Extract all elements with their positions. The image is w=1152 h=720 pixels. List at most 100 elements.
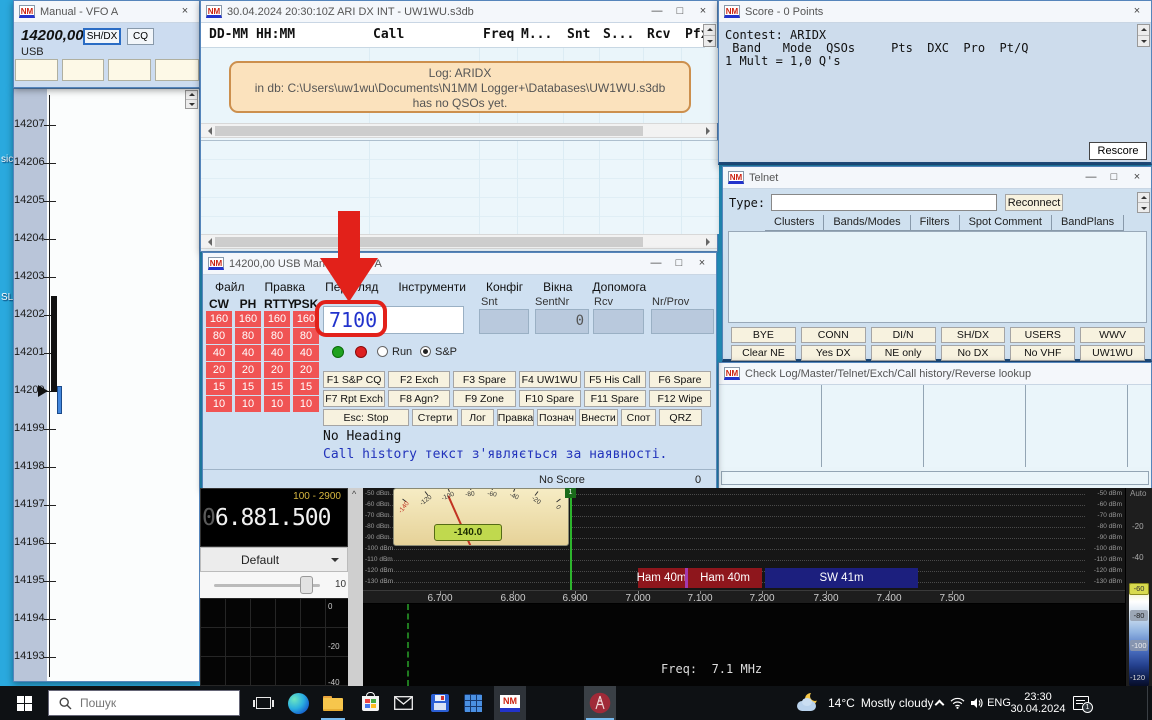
telnet-command-button[interactable]: BYE [731, 327, 796, 343]
entry-action-button[interactable]: Внести [579, 409, 618, 426]
close-icon[interactable]: × [694, 4, 712, 20]
telnet-command-button[interactable]: NE only [871, 345, 936, 361]
rescore-button[interactable]: Rescore [1089, 142, 1147, 160]
band-button-ph-40[interactable]: 40 [235, 345, 261, 361]
sdr-collapse-strip[interactable]: ^ [348, 488, 363, 686]
fkey-button[interactable]: F12 Wipe [649, 390, 711, 407]
nrprov-field[interactable] [651, 309, 714, 334]
entry-action-button[interactable]: Правка [497, 409, 534, 426]
log-column-header[interactable]: M... [521, 27, 552, 42]
start-button[interactable] [0, 686, 48, 720]
n1mm-taskbar-button[interactable]: NM [494, 686, 526, 720]
entry-action-button[interactable]: Познач [537, 409, 576, 426]
band-button-cw-10[interactable]: 10 [206, 396, 232, 412]
sp-radio-label[interactable]: S&P [435, 346, 457, 358]
telnet-tab-bandplans[interactable]: BandPlans [1052, 215, 1124, 230]
snt-field[interactable] [479, 309, 529, 334]
fkey-button[interactable]: F10 Spare [519, 390, 581, 407]
fkey-button[interactable]: F3 Spare [453, 371, 515, 388]
telnet-command-button[interactable]: No VHF [1010, 345, 1075, 361]
telnet-command-button[interactable]: Clear NE [731, 345, 796, 361]
band-button-rtty-40[interactable]: 40 [264, 345, 290, 361]
band-button-cw-40[interactable]: 40 [206, 345, 232, 361]
close-icon[interactable]: × [1128, 170, 1146, 186]
band-button-cw-160[interactable]: 160 [206, 311, 232, 327]
band-button-ph-160[interactable]: 160 [235, 311, 261, 327]
volume-button[interactable] [967, 686, 986, 720]
telnet-spinner[interactable] [1137, 192, 1150, 213]
run-radio[interactable] [377, 346, 388, 357]
scrollbar-thumb[interactable] [215, 126, 643, 136]
entry-action-button[interactable]: Лог [461, 409, 494, 426]
collapse-chevron[interactable]: ^ [352, 489, 356, 499]
entry-action-button[interactable]: Esc: Stop [323, 409, 409, 426]
telnet-command-button[interactable]: No DX [941, 345, 1006, 361]
task-view-button[interactable] [248, 686, 278, 720]
band-button-ph-10[interactable]: 10 [235, 396, 261, 412]
log-column-header[interactable]: Freq [483, 27, 514, 42]
close-icon[interactable]: × [693, 256, 711, 272]
telnet-tab-clusters[interactable]: Clusters [765, 215, 824, 230]
fkey-button[interactable]: F4 UW1WU [519, 371, 581, 388]
band-button-cw-80[interactable]: 80 [206, 328, 232, 344]
score-spinner[interactable] [1137, 24, 1150, 47]
telnet-tab-bands-modes[interactable]: Bands/Modes [824, 215, 910, 230]
telnet-list-pane[interactable] [728, 231, 1147, 323]
tray-expand-button[interactable] [930, 686, 948, 720]
run-radio-label[interactable]: Run [392, 346, 412, 358]
entry-action-button[interactable]: QRZ [659, 409, 702, 426]
vfo-field-2[interactable] [62, 59, 104, 81]
bandmap-spinner[interactable] [185, 90, 198, 109]
telnet-command-button[interactable]: SH/DX [941, 327, 1006, 343]
telnet-command-button[interactable]: CONN [801, 327, 866, 343]
log-spinner[interactable] [703, 24, 716, 47]
menu-edit[interactable]: Правка [255, 278, 316, 295]
band-button-psk-15[interactable]: 15 [293, 379, 319, 395]
language-indicator[interactable]: ENG [986, 686, 1012, 720]
vfo-field-4[interactable] [155, 59, 199, 81]
entry-action-button[interactable]: Спот [621, 409, 656, 426]
notification-button[interactable]: 1 [1066, 686, 1096, 720]
log-hscrollbar-2[interactable] [201, 234, 717, 249]
sdr-profile-dropdown[interactable]: Default [200, 547, 348, 572]
log-column-header[interactable]: S... [603, 27, 634, 42]
band-button-rtty-15[interactable]: 15 [264, 379, 290, 395]
scrollbar-thumb[interactable] [215, 237, 643, 247]
floppy-app-button[interactable] [425, 686, 455, 720]
fkey-button[interactable]: F8 Agn? [388, 390, 450, 407]
telnet-command-button[interactable]: USERS [1010, 327, 1075, 343]
band-button-rtty-160[interactable]: 160 [264, 311, 290, 327]
cq-button[interactable]: CQ [127, 28, 154, 45]
minimize-icon[interactable]: — [648, 4, 666, 20]
fkey-button[interactable]: F11 Spare [584, 390, 646, 407]
spectrum-tuning-line[interactable] [570, 488, 572, 590]
menu-window[interactable]: Вікна [533, 278, 582, 295]
sdr-frequency-display[interactable]: 06.881.500 [202, 505, 330, 531]
wifi-button[interactable] [948, 686, 967, 720]
desktop-icon-label[interactable]: sic [1, 154, 13, 165]
sdr-console-taskbar-button[interactable] [584, 686, 616, 720]
band-button-ph-20[interactable]: 20 [235, 362, 261, 378]
fkey-button[interactable]: F2 Exch [388, 371, 450, 388]
vfo-field-1[interactable] [15, 59, 58, 81]
close-icon[interactable]: × [176, 4, 194, 20]
minimize-icon[interactable]: — [647, 256, 665, 272]
telnet-type-input[interactable] [771, 194, 997, 211]
fkey-button[interactable]: F5 His Call [584, 371, 646, 388]
band-button-psk-10[interactable]: 10 [293, 396, 319, 412]
fkey-button[interactable]: F7 Rpt Exch [323, 390, 385, 407]
minimize-icon[interactable]: — [1082, 170, 1100, 186]
maximize-icon[interactable]: □ [671, 4, 689, 20]
close-icon[interactable]: × [1128, 4, 1146, 20]
mail-button[interactable] [388, 686, 418, 720]
vfo-field-3[interactable] [108, 59, 151, 81]
log-hscrollbar-1[interactable] [201, 123, 717, 138]
band-button-psk-40[interactable]: 40 [293, 345, 319, 361]
colorbar-gradient[interactable]: -60 -80 -100 -120 [1129, 583, 1149, 686]
search-input[interactable] [80, 696, 220, 710]
band-button-cw-15[interactable]: 15 [206, 379, 232, 395]
telnet-tab-spot-comment[interactable]: Spot Comment [960, 215, 1052, 230]
store-button[interactable] [355, 686, 385, 720]
band-button-psk-20[interactable]: 20 [293, 362, 319, 378]
menu-file[interactable]: Файл [205, 278, 255, 295]
